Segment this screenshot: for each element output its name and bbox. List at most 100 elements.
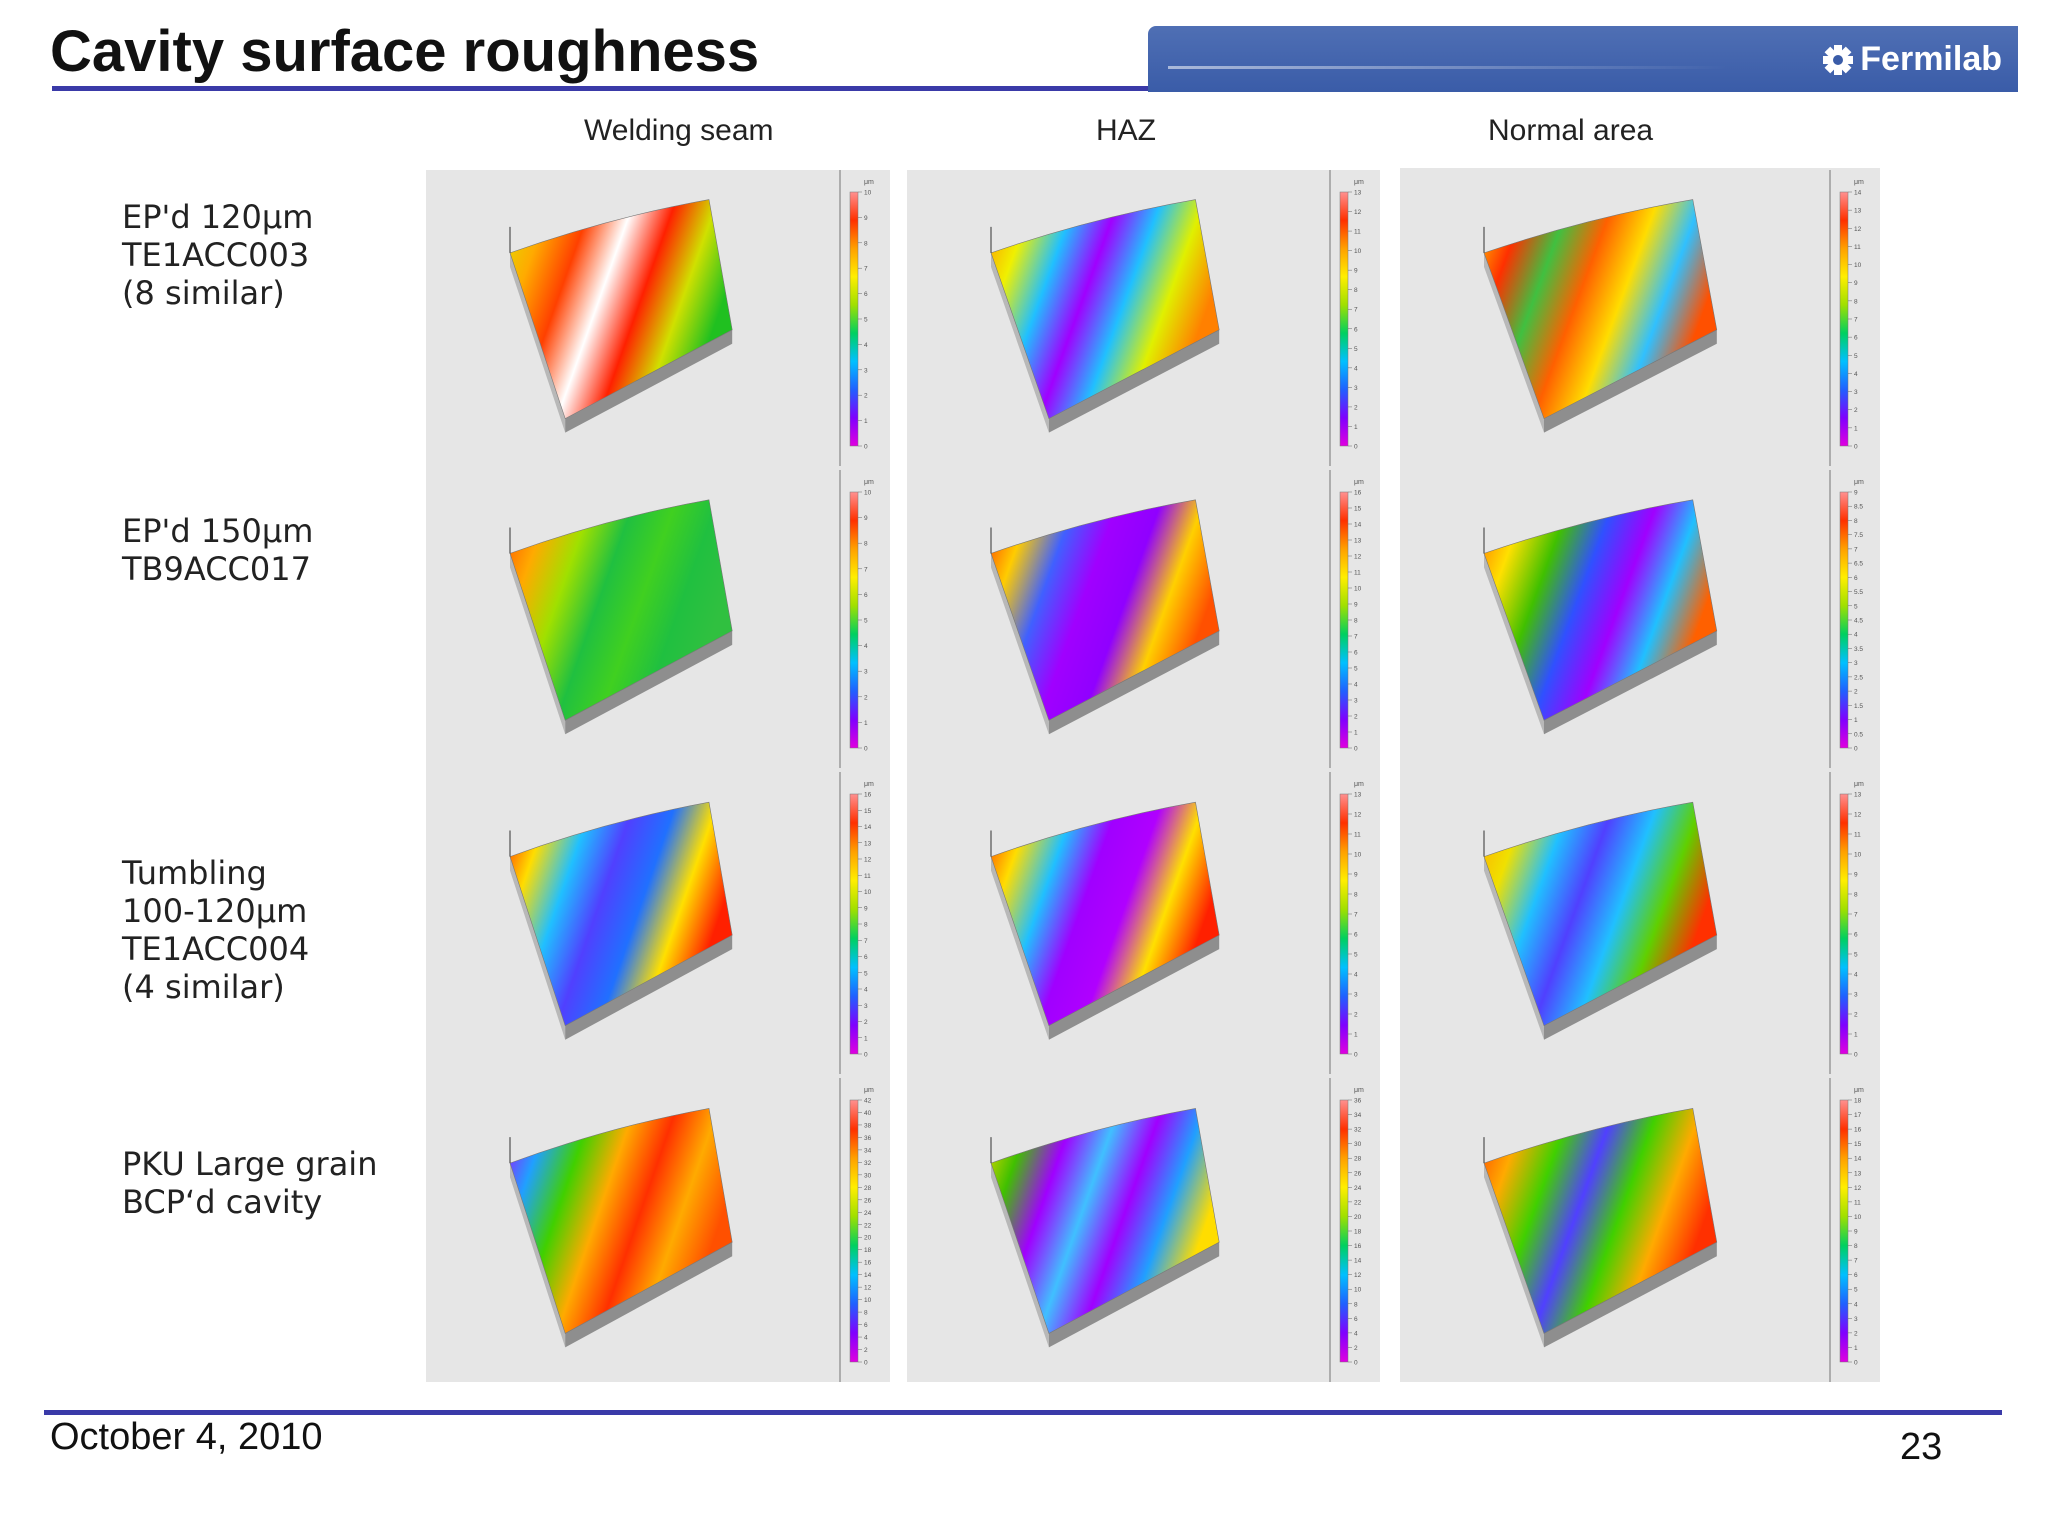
surface-plot: μm 0 1 2 3 4 5 6 7 8 9 10 11 12 13 14 15 16 xyxy=(426,772,890,1074)
colorbar-tick-label: 9 xyxy=(1854,490,1858,497)
colorbar-tick-label: 15 xyxy=(864,808,872,815)
colorbar-tick-label: 4 xyxy=(864,987,868,994)
row-label-line: EP'd 150μm xyxy=(122,512,314,550)
colorbar-unit: μm xyxy=(1354,1087,1364,1094)
brand-name: Fermilab xyxy=(1860,40,2002,78)
surface-plot: μm 0 1 2 3 4 5 6 7 8 9 10 xyxy=(426,470,890,768)
surface-plot-svg: μm0123456789101112131415161718 xyxy=(1483,1078,1864,1382)
colorbar xyxy=(1839,1099,1849,1363)
colorbar-tick-label: 1.5 xyxy=(1854,703,1863,710)
colorbar-tick-label: 16 xyxy=(864,1260,872,1267)
colorbar-tick-label: 1 xyxy=(1854,1032,1858,1039)
colorbar-tick-label: 9 xyxy=(864,215,868,222)
colorbar-tick-label: 17 xyxy=(1854,1112,1862,1119)
colorbar-tick-label: 8.5 xyxy=(1854,504,1863,511)
row-label-ep120: EP'd 120μm TE1ACC003 (8 similar) xyxy=(122,198,313,312)
colorbar-tick-label: 30 xyxy=(1354,1141,1362,1148)
row-label-tumbling: Tumbling 100-120μm TE1ACC004 (4 similar) xyxy=(122,854,309,1006)
colorbar-tick-label: 24 xyxy=(1354,1185,1362,1192)
colorbar-tick-label: 9 xyxy=(1354,872,1358,879)
colorbar-tick-label: 18 xyxy=(864,1247,872,1254)
colorbar-tick-label: 22 xyxy=(1354,1199,1362,1206)
title-rule xyxy=(52,86,1152,91)
colorbar-tick-label: 7.5 xyxy=(1854,532,1863,539)
fermilab-logo-icon xyxy=(1823,44,1854,75)
colorbar-tick-label: 3 xyxy=(1354,385,1358,392)
colorbar-tick-label: 2 xyxy=(864,393,868,400)
colorbar-tick-label: 1 xyxy=(1854,717,1858,724)
colorbar-tick-label: 9 xyxy=(864,515,868,522)
colorbar-tick-label: 3 xyxy=(1854,660,1858,667)
surface-topography xyxy=(1483,1108,1718,1334)
colorbar-tick-label: 10 xyxy=(1354,586,1362,593)
colorbar-tick-label: 7 xyxy=(1354,912,1358,919)
colorbar-tick-label: 2 xyxy=(1854,1330,1858,1337)
surface-topography xyxy=(990,801,1220,1027)
row-label-line: Tumbling xyxy=(122,854,267,892)
colorbar xyxy=(1839,191,1849,447)
colorbar-tick-label: 4 xyxy=(1854,632,1858,639)
colorbar-tick-label: 10 xyxy=(1854,852,1862,859)
colorbar-tick-label: 5 xyxy=(864,970,868,977)
colorbar-tick-label: 10 xyxy=(864,190,872,197)
colorbar-tick-label: 12 xyxy=(1854,226,1862,233)
colorbar xyxy=(1339,491,1349,749)
colorbar-tick-label: 3 xyxy=(1854,1316,1858,1323)
colorbar-tick-label: 5 xyxy=(864,618,868,625)
surface-plot: μm 0 1 2 3 4 5 6 7 8 9 10 11 12 13 xyxy=(907,170,1380,466)
row-label-line: PKU Large grain xyxy=(122,1145,378,1183)
colorbar-tick-label: 3 xyxy=(1354,992,1358,999)
colorbar-tick-label: 6 xyxy=(864,954,868,961)
page-number: 23 xyxy=(1900,1426,1943,1468)
colorbar-tick-label: 16 xyxy=(1854,1127,1862,1134)
colorbar-tick-label: 0 xyxy=(864,1052,868,1059)
colorbar-tick-label: 8 xyxy=(1354,892,1358,899)
surface-plot: μm 0 1 2 3 4 5 6 7 8 9 10 11 12 13 xyxy=(1400,772,1880,1074)
colorbar-tick-label: 2 xyxy=(864,1347,868,1354)
fermilab-logo: Fermilab xyxy=(1822,40,2002,79)
colorbar-tick-label: 7 xyxy=(864,938,868,945)
colorbar-unit: μm xyxy=(1854,179,1864,186)
surface-plot-svg: μm012345678910111213141516 xyxy=(509,772,874,1074)
colorbar-tick-label: 5 xyxy=(1354,346,1358,353)
colorbar-tick-label: 8 xyxy=(1854,518,1858,525)
row-label-ep150: EP'd 150μm TB9ACC017 xyxy=(122,512,313,588)
colorbar-tick-label: 26 xyxy=(864,1197,872,1204)
colorbar xyxy=(849,793,859,1055)
colorbar-tick-label: 6 xyxy=(1354,932,1358,939)
colorbar-tick-label: 7 xyxy=(864,266,868,273)
row-label-line: TE1ACC003 xyxy=(122,236,310,274)
colorbar-tick-label: 8 xyxy=(864,922,868,929)
colorbar-tick-label: 36 xyxy=(1354,1098,1362,1105)
colorbar-tick-label: 9 xyxy=(1354,602,1358,609)
colorbar-tick-label: 11 xyxy=(1854,244,1861,251)
colorbar-tick-label: 1 xyxy=(1354,1032,1358,1039)
colorbar-tick-label: 0 xyxy=(864,746,868,753)
surface-plot-svg: μm024681012141618202224262830323436 xyxy=(990,1078,1364,1382)
colorbar-tick-label: 6 xyxy=(1854,1272,1858,1279)
colorbar-tick-label: 4 xyxy=(1854,972,1858,979)
colorbar-tick-label: 15 xyxy=(1354,506,1362,513)
colorbar-tick-label: 11 xyxy=(864,873,871,880)
colorbar-tick-label: 2 xyxy=(1354,714,1358,721)
colorbar-tick-label: 14 xyxy=(864,824,872,831)
surface-plot: μm 0 1 2 3 4 5 6 7 8 9 10 11 12 13 14 15 16 17 18 xyxy=(1400,1078,1880,1382)
colorbar-tick-label: 14 xyxy=(1354,1258,1362,1265)
colorbar-tick-label: 2 xyxy=(1354,1012,1358,1019)
colorbar-tick-label: 5 xyxy=(1854,603,1858,610)
colorbar-tick-label: 6 xyxy=(1354,650,1358,657)
colorbar-unit: μm xyxy=(1354,781,1364,788)
colorbar-tick-label: 7 xyxy=(1854,546,1858,553)
colorbar xyxy=(1339,793,1349,1055)
colorbar-tick-label: 6 xyxy=(1354,326,1358,333)
surface-plot-svg: μm 0 1 2 3 4 5 6 7 8 9 10 xyxy=(509,170,874,466)
colorbar-tick-label: 2 xyxy=(864,694,868,701)
column-heading-haz: HAZ xyxy=(1096,114,1156,147)
colorbar-tick-label: 10 xyxy=(1854,1214,1862,1221)
colorbar-tick-label: 12 xyxy=(1354,209,1362,216)
colorbar-tick-label: 13 xyxy=(1854,208,1862,215)
colorbar-tick-label: 10 xyxy=(1854,262,1862,269)
colorbar-tick-label: 8 xyxy=(864,541,868,548)
surface-plot-svg: μm012345678910111213 xyxy=(990,772,1364,1074)
colorbar-tick-label: 9 xyxy=(1354,268,1358,275)
